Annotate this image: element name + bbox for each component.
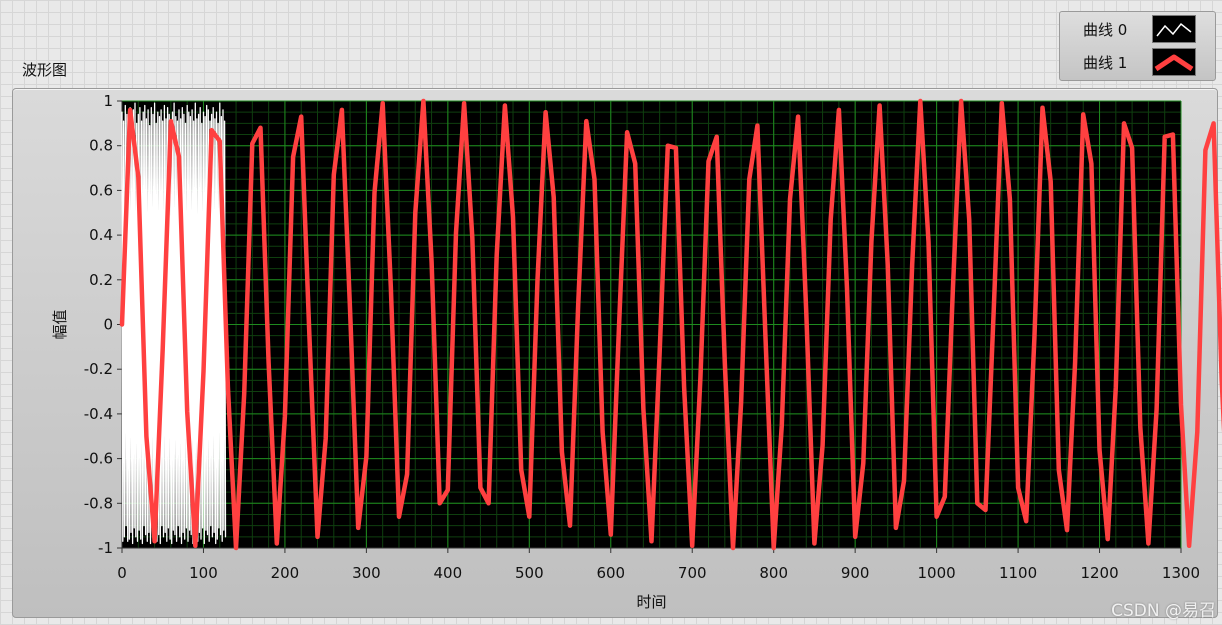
waveform-chart[interactable]: 0 100 200 300 400 500 600 700 800 900 1000 1100 1200… [0, 0, 1222, 625]
y-tick-label: -1 [98, 539, 113, 557]
x-tick-label: 300 [352, 564, 381, 582]
x-tick-label: 800 [759, 564, 788, 582]
x-tick-label: 600 [596, 564, 625, 582]
y-tick-label: -0.6 [84, 450, 113, 468]
x-tick-label: 200 [271, 564, 300, 582]
y-tick-label: 0.6 [89, 181, 113, 199]
x-tick-label: 1200 [1080, 564, 1118, 582]
x-tick-label: 400 [434, 564, 463, 582]
y-tick-label: -0.4 [84, 405, 113, 423]
y-tick-label: -0.8 [84, 494, 113, 512]
y-axis-title: 幅值 [51, 309, 69, 339]
x-tick-label: 700 [678, 564, 707, 582]
watermark-text: CSDN @易召 [1111, 601, 1216, 621]
y-tick-label: 0 [103, 316, 113, 334]
y-tick-label: 0.4 [89, 226, 113, 244]
x-tick-label: 0 [117, 564, 127, 582]
x-tick-label: 1300 [1162, 564, 1200, 582]
y-tick-label: 1 [103, 92, 113, 110]
x-axis-title: 时间 [636, 593, 666, 611]
x-tick-label: 900 [841, 564, 870, 582]
y-tick-label: 0.2 [89, 271, 113, 289]
x-tick-label: 1000 [918, 564, 956, 582]
x-tick-label: 100 [189, 564, 218, 582]
y-tick-label: -0.2 [84, 360, 113, 378]
x-tick-label: 1100 [999, 564, 1037, 582]
x-tick-label: 500 [515, 564, 544, 582]
y-tick-label: 0.8 [89, 137, 113, 155]
